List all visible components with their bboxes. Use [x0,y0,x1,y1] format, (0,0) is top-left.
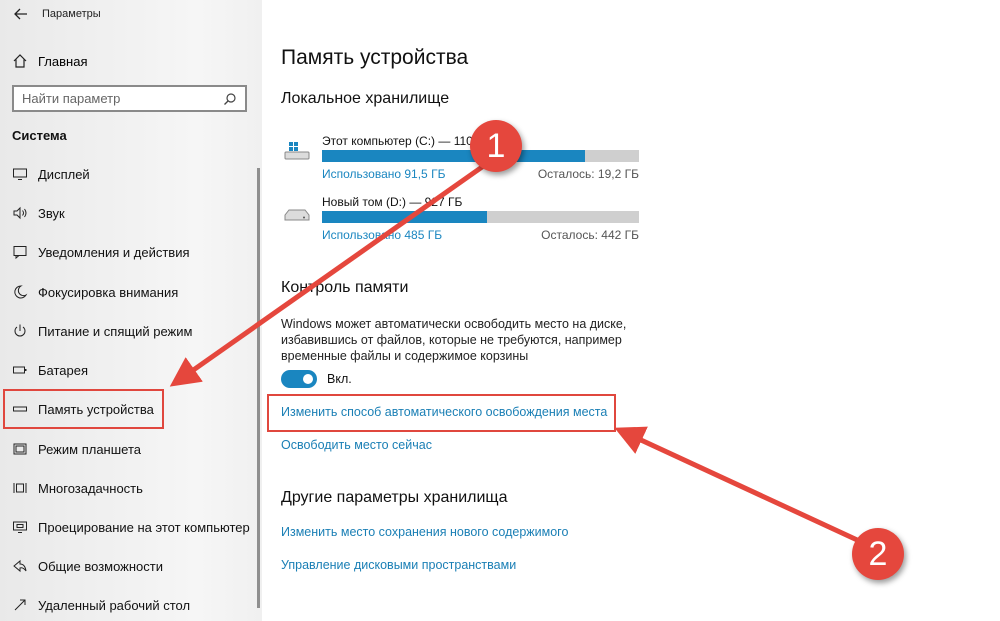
sidebar-item-label: Звук [38,205,65,221]
power-icon [12,323,28,339]
section-title: Система [12,128,67,143]
sidebar: Параметры Главная Найти параметр Система… [0,0,262,621]
monitor-icon [12,166,28,182]
sidebar-item-focus[interactable]: Фокусировка внимания [0,276,256,308]
search-icon [223,92,237,106]
notification-icon [12,244,28,260]
drive-used: Использовано 91,5 ГБ [322,167,446,181]
window-title: Параметры [42,8,101,20]
speaker-icon [12,205,28,221]
drive-free: Осталось: 19,2 ГБ [537,167,639,181]
toggle-label: Вкл. [327,372,352,386]
sidebar-item-power[interactable]: Питание и спящий режим [0,315,256,347]
moon-icon [12,284,28,300]
tablet-icon [12,441,28,457]
storage-sense-toggle[interactable] [281,370,317,388]
sidebar-item-label: Общие возможности [38,558,164,574]
other-storage-heading: Другие параметры хранилища [281,489,508,506]
back-button[interactable] [10,4,32,24]
sidebar-item-label: Уведомления и действия [38,244,190,260]
sidebar-item-label: Проецирование на этот компьютер [38,519,250,535]
drive-name: Этот компьютер (C:) — 110 [322,134,473,148]
drive-icon [284,201,310,223]
page-title: Память устройства [281,46,469,69]
sidebar-item-remote[interactable]: Удаленный рабочий стол [0,589,256,621]
search-placeholder: Найти параметр [22,91,121,106]
main-content: Память устройства Локальное хранилище Эт… [262,0,1000,621]
drive-name: Новый том (D:) — 927 ГБ [322,195,463,209]
project-icon [12,519,28,535]
home-label: Главная [38,53,88,69]
windows-drive-icon [284,140,310,162]
storage-sense-heading: Контроль памяти [281,279,409,296]
local-storage-heading: Локальное хранилище [281,90,450,107]
annotation-badge-1: 1 [470,120,522,172]
drive-usage-fill [322,211,487,223]
search-input[interactable]: Найти параметр [12,85,247,112]
sidebar-item-sound[interactable]: Звук [0,197,256,229]
back-arrow-icon [14,8,27,20]
multitask-icon [12,480,28,496]
sidebar-scrollbar[interactable] [257,168,260,608]
drive-usage-fill [322,150,586,162]
sidebar-item-shared[interactable]: Общие возможности [0,550,256,582]
storage-sense-description: Windows может автоматически освободить м… [281,317,627,363]
change-save-location-link[interactable]: Изменить место сохранения нового содержи… [281,525,568,539]
sidebar-item-label: Фокусировка внимания [38,284,179,300]
title-bar: Параметры [0,0,262,30]
highlight-box-link [267,394,616,432]
home-link[interactable]: Главная [12,52,87,70]
home-icon [12,53,28,69]
sidebar-item-label: Питание и спящий режим [38,323,193,339]
remote-icon [12,597,28,613]
sidebar-item-display[interactable]: Дисплей [0,158,256,190]
sidebar-item-projecting[interactable]: Проецирование на этот компьютер [0,511,256,543]
sidebar-item-battery[interactable]: Батарея [0,354,256,386]
manage-storage-spaces-link[interactable]: Управление дисковыми пространствами [281,558,516,572]
annotation-badge-2: 2 [852,528,904,580]
share-icon [12,558,28,574]
drive-usage-bar [322,211,639,223]
toggle-knob [303,374,313,384]
sidebar-item-multitasking[interactable]: Многозадачность [0,472,256,504]
sidebar-item-label: Дисплей [38,166,90,182]
sidebar-item-tablet[interactable]: Режим планшета [0,433,256,465]
battery-icon [12,362,28,378]
drive-used: Использовано 485 ГБ [322,228,443,242]
free-space-now-link[interactable]: Освободить место сейчас [281,438,432,452]
sidebar-item-label: Режим планшета [38,441,141,457]
sidebar-item-label: Удаленный рабочий стол [38,597,191,613]
highlight-box-storage [3,389,164,429]
sidebar-item-label: Батарея [38,362,89,378]
sidebar-item-label: Многозадачность [38,480,143,496]
sidebar-item-notifications[interactable]: Уведомления и действия [0,236,256,268]
drive-free: Осталось: 442 ГБ [541,228,639,242]
drive-c[interactable]: Этот компьютер (C:) — 110 Использовано 9… [284,134,644,184]
drive-d[interactable]: Новый том (D:) — 927 ГБ Использовано 485… [284,195,644,245]
